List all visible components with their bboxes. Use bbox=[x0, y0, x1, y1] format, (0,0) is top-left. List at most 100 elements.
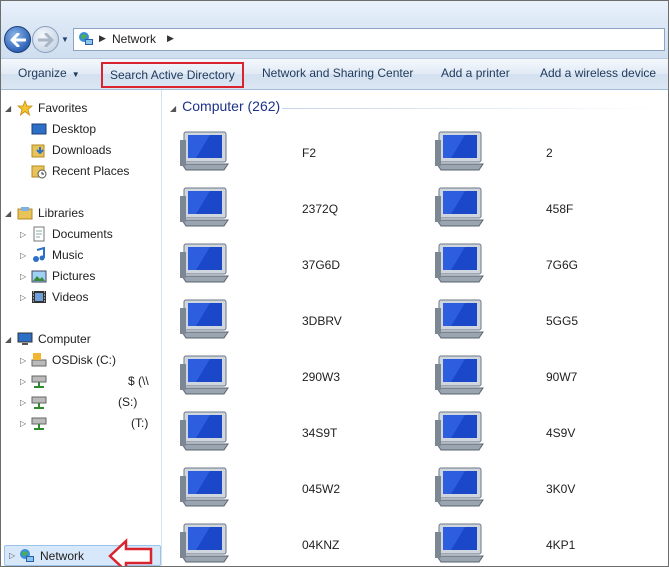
computer-item[interactable]: 3K0V bbox=[435, 464, 668, 512]
computer-item[interactable]: 4S9V bbox=[435, 408, 668, 456]
command-bar: Organize ▼ Search Active Directory Networ… bbox=[1, 58, 668, 90]
nav-label: Desktop bbox=[52, 122, 97, 136]
computer-icon bbox=[435, 187, 484, 227]
computer-icon bbox=[435, 355, 484, 395]
collapse-group-icon[interactable]: ◢ bbox=[170, 104, 176, 113]
nav-videos[interactable]: ▷ Videos bbox=[20, 288, 88, 306]
libraries-icon bbox=[17, 207, 33, 220]
red-annotation-arrow-icon bbox=[108, 538, 153, 566]
computer-name: 045W2 bbox=[302, 482, 341, 496]
computer-name: 2372Q bbox=[302, 202, 339, 216]
search-active-directory-button[interactable]: Search Active Directory bbox=[101, 62, 244, 88]
computer-item[interactable]: 2 bbox=[435, 128, 668, 176]
network-drive-icon bbox=[31, 375, 47, 388]
collapse-arrow-icon[interactable]: ▷ bbox=[20, 251, 26, 260]
back-arrow-icon bbox=[10, 32, 26, 47]
nav-documents[interactable]: ▷ Documents bbox=[20, 225, 113, 243]
add-wireless-device-button[interactable]: Add a wireless device bbox=[540, 59, 656, 89]
computer-item[interactable]: 34S9T bbox=[180, 408, 420, 456]
collapse-arrow-icon[interactable]: ▷ bbox=[20, 377, 26, 386]
add-printer-button[interactable]: Add a printer bbox=[441, 59, 510, 89]
back-button[interactable] bbox=[4, 26, 31, 53]
computer-icon bbox=[435, 467, 484, 507]
computer-icon bbox=[180, 243, 229, 283]
nav-label: Libraries bbox=[38, 206, 85, 220]
nav-label: Documents bbox=[52, 227, 113, 241]
computer-item[interactable]: 90W7 bbox=[435, 352, 668, 400]
computer-item[interactable]: F2 bbox=[180, 128, 420, 176]
nav-pictures[interactable]: ▷ Pictures bbox=[20, 267, 95, 285]
navigation-pane: ◢ Favorites Desktop Downloads Recent Pla… bbox=[1, 90, 162, 566]
collapse-arrow-icon[interactable]: ▷ bbox=[20, 356, 26, 365]
computer-item[interactable]: 7G6G bbox=[435, 240, 668, 288]
group-divider bbox=[282, 108, 662, 109]
computer-item[interactable]: 5GG5 bbox=[435, 296, 668, 344]
chevron-down-icon: ▼ bbox=[71, 70, 80, 79]
nav-network-drive[interactable]: ▷ $ (\\ bbox=[20, 372, 149, 390]
computer-icon bbox=[180, 467, 229, 507]
computer-icon bbox=[180, 299, 229, 339]
nav-computer[interactable]: ◢ Computer bbox=[5, 330, 91, 348]
collapse-arrow-icon[interactable]: ▷ bbox=[20, 419, 26, 428]
computer-name: 34S9T bbox=[302, 426, 338, 440]
collapse-arrow-icon[interactable]: ▷ bbox=[20, 293, 26, 302]
nav-downloads[interactable]: Downloads bbox=[31, 141, 111, 159]
nav-network-drive[interactable]: ▷ (S:) bbox=[20, 393, 137, 411]
computer-item[interactable]: 04KNZ bbox=[180, 520, 420, 566]
explorer-window: ▼ ▶ Network ▶ Organize ▼ Search Active Di… bbox=[0, 0, 669, 567]
downloads-folder-icon bbox=[31, 144, 45, 158]
recent-places-icon bbox=[31, 165, 47, 179]
breadcrumb-separator[interactable]: ▶ bbox=[167, 33, 174, 44]
computer-icon bbox=[180, 411, 229, 451]
computer-item[interactable]: 2372Q bbox=[180, 184, 420, 232]
computer-name: 458F bbox=[546, 202, 574, 216]
computer-icon bbox=[180, 355, 229, 395]
nav-label: OSDisk (C:) bbox=[52, 353, 116, 367]
computer-name: 5GG5 bbox=[546, 314, 579, 328]
forward-arrow-icon bbox=[37, 32, 53, 47]
breadcrumb-separator[interactable]: ▶ bbox=[99, 33, 106, 44]
collapse-arrow-icon[interactable]: ▷ bbox=[9, 551, 15, 560]
star-icon bbox=[17, 100, 33, 116]
forward-button[interactable] bbox=[32, 26, 59, 53]
computer-item[interactable]: 3DBRV bbox=[180, 296, 420, 344]
computer-name: 7G6G bbox=[546, 258, 579, 272]
desktop-icon bbox=[31, 123, 47, 135]
computer-name: 90W7 bbox=[546, 370, 578, 384]
documents-icon bbox=[33, 226, 45, 242]
nav-label: $ (\\ bbox=[128, 374, 149, 388]
computer-item[interactable]: 458F bbox=[435, 184, 668, 232]
computer-item[interactable]: 045W2 bbox=[180, 464, 420, 512]
breadcrumb-location[interactable]: Network bbox=[112, 32, 156, 46]
nav-libraries[interactable]: ◢ Libraries bbox=[5, 204, 85, 222]
recent-pages-dropdown[interactable]: ▼ bbox=[61, 35, 69, 44]
expand-arrow-icon[interactable]: ◢ bbox=[5, 335, 11, 344]
group-header[interactable]: ◢ Computer (262) bbox=[170, 98, 280, 114]
expand-arrow-icon[interactable]: ◢ bbox=[5, 104, 11, 113]
nav-recent-places[interactable]: Recent Places bbox=[31, 162, 129, 180]
nav-network-drive[interactable]: ▷ (T:) bbox=[20, 414, 148, 432]
computer-name: 4KP1 bbox=[546, 538, 576, 552]
computer-name: 37G6D bbox=[302, 258, 341, 272]
nav-desktop[interactable]: Desktop bbox=[31, 120, 96, 138]
nav-music[interactable]: ▷ Music bbox=[20, 246, 83, 264]
collapse-arrow-icon[interactable]: ▷ bbox=[20, 272, 26, 281]
computer-item[interactable]: 37G6D bbox=[180, 240, 420, 288]
organize-label: Organize bbox=[18, 66, 67, 80]
nav-osdisk[interactable]: ▷ OSDisk (C:) bbox=[20, 351, 116, 369]
nav-favorites[interactable]: ◢ Favorites bbox=[5, 99, 87, 117]
collapse-arrow-icon[interactable]: ▷ bbox=[20, 398, 26, 407]
collapse-arrow-icon[interactable]: ▷ bbox=[20, 230, 26, 239]
group-header-label: Computer (262) bbox=[182, 98, 281, 114]
computer-item[interactable]: 4KP1 bbox=[435, 520, 668, 566]
computer-icon bbox=[435, 131, 484, 171]
network-icon bbox=[79, 32, 93, 45]
expand-arrow-icon[interactable]: ◢ bbox=[5, 209, 11, 218]
computer-item[interactable]: 290W3 bbox=[180, 352, 420, 400]
computer-icon bbox=[435, 299, 484, 339]
network-sharing-center-button[interactable]: Network and Sharing Center bbox=[262, 59, 413, 89]
breadcrumb[interactable]: ▶ Network ▶ bbox=[73, 28, 665, 51]
organize-menu[interactable]: Organize ▼ bbox=[18, 59, 80, 89]
address-bar: ▼ ▶ Network ▶ bbox=[1, 1, 668, 58]
nav-label: Downloads bbox=[52, 143, 112, 157]
